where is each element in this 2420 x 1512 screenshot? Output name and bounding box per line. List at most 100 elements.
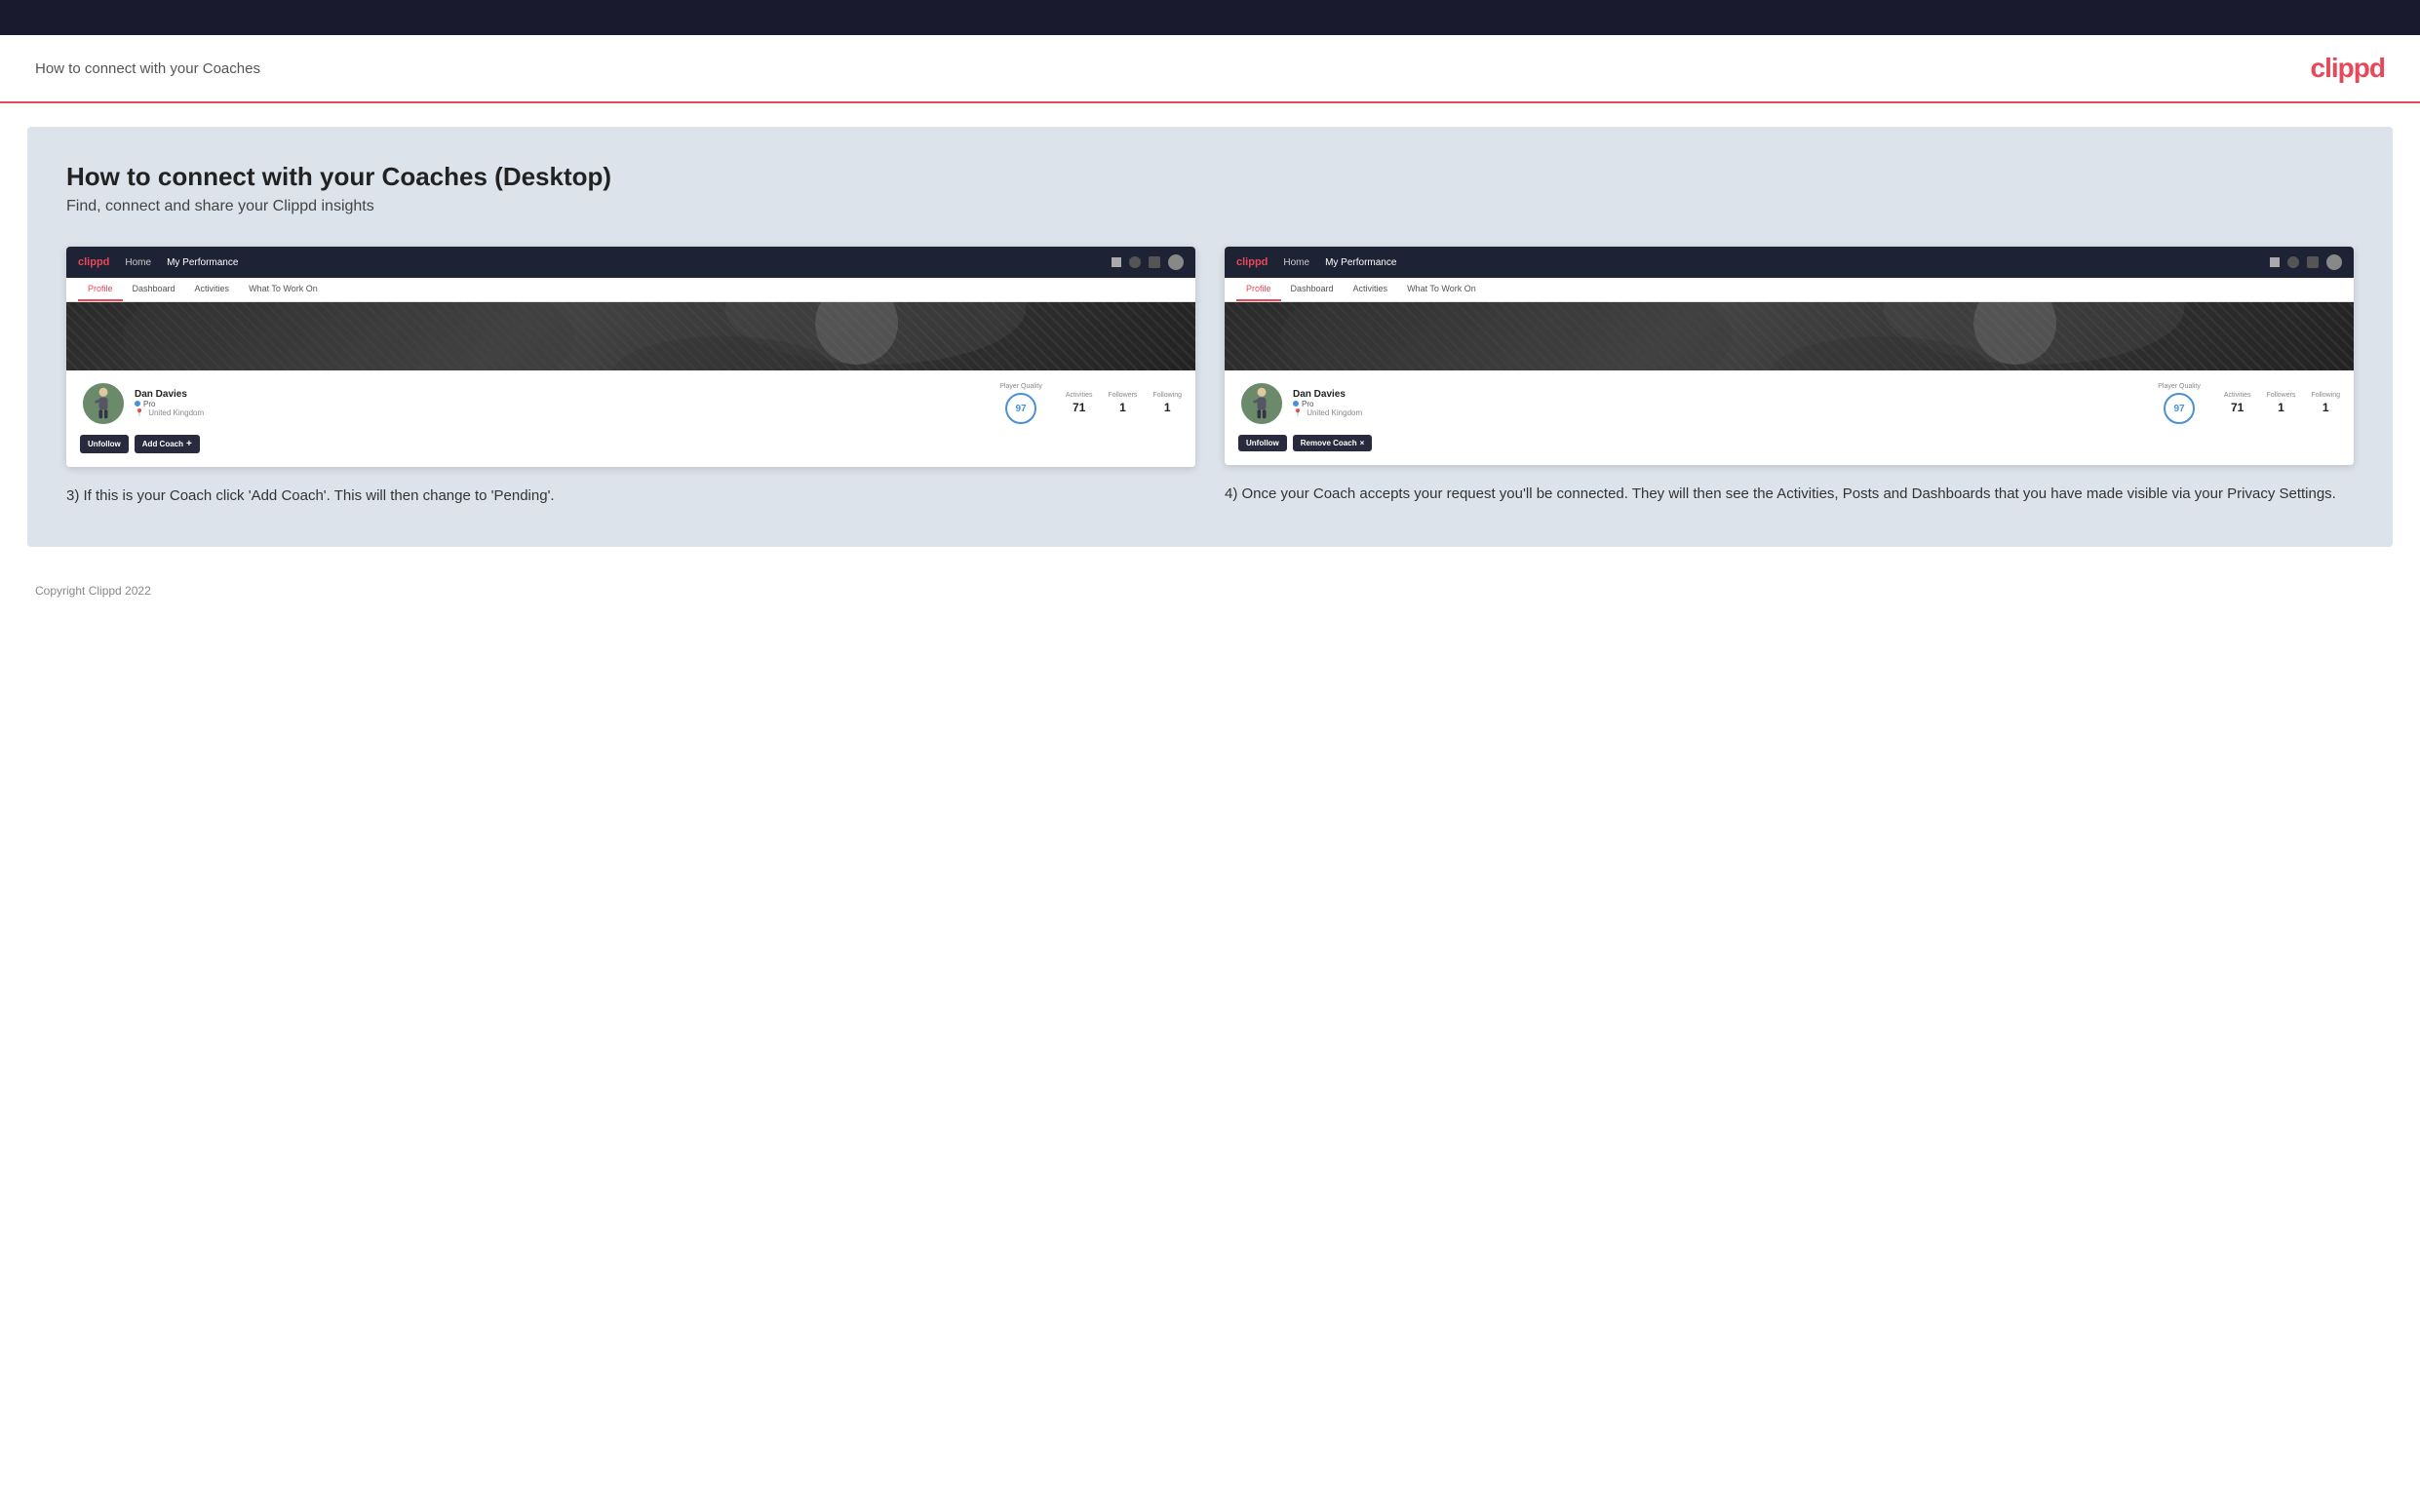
right-stats-row: Player Quality 97 Activities 71 Follower… [1362,383,2340,424]
left-hero-banner [66,302,1195,370]
right-player-role: Pro [1293,400,1362,408]
left-screenshot: clippd Home My Performance Profile Dashb… [66,247,1195,467]
left-mock-nav: clippd Home My Performance [66,247,1195,278]
right-nav-home[interactable]: Home [1283,257,1309,268]
right-tab-profile[interactable]: Profile [1236,278,1281,301]
right-stat-following: Following 1 [2311,392,2340,416]
left-player-location: 📍 United Kingdom [135,408,204,417]
right-nav-right [2270,254,2342,270]
main-content: How to connect with your Coaches (Deskto… [27,127,2393,547]
right-stat-followers-label: Followers [2266,392,2295,399]
right-remove-coach-button[interactable]: Remove Coach × [1293,435,1372,451]
left-search-icon[interactable] [1112,257,1121,267]
left-quality-label: Player Quality [999,383,1042,390]
left-player-name: Dan Davies [135,389,204,400]
left-player-quality: Player Quality 97 [999,383,1042,424]
right-player-avatar [1238,380,1285,427]
left-column: clippd Home My Performance Profile Dashb… [66,247,1195,508]
right-stat-activities: Activities 71 [2224,392,2251,416]
right-mock-nav: clippd Home My Performance [1225,247,2354,278]
left-unfollow-button[interactable]: Unfollow [80,435,129,453]
right-column: clippd Home My Performance Profile Dashb… [1225,247,2354,508]
left-profile-info: Dan Davies Pro 📍 United Kingdom [135,389,204,419]
left-mock-logo: clippd [78,256,109,268]
left-user-icon[interactable] [1129,256,1141,268]
right-mock-tabs: Profile Dashboard Activities What To Wor… [1225,278,2354,302]
copyright-text: Copyright Clippd 2022 [35,584,151,598]
top-bar [0,0,2420,35]
right-search-icon[interactable] [2270,257,2280,267]
header-title: How to connect with your Coaches [35,60,260,77]
left-stat-activities-value: 71 [1073,401,1085,414]
right-profile-main: Dan Davies Pro 📍 United Kingdom [1238,380,2340,427]
left-action-buttons: Unfollow Add Coach + [80,435,1182,453]
left-tab-profile[interactable]: Profile [78,278,123,301]
left-nav-performance[interactable]: My Performance [167,257,238,268]
left-stat-followers-value: 1 [1119,401,1126,414]
right-hero-banner [1225,302,2354,370]
left-add-coach-button[interactable]: Add Coach + [135,435,200,453]
left-hero-svg [66,302,1195,370]
right-mock-logo: clippd [1236,256,1268,268]
right-stat-following-label: Following [2311,392,2340,399]
right-avatar-golfer [1248,386,1275,421]
left-mock-tabs: Profile Dashboard Activities What To Wor… [66,278,1195,302]
left-quality-circle: 97 [1005,393,1036,424]
left-stat-followers: Followers 1 [1108,392,1137,416]
right-tab-activities[interactable]: Activities [1344,278,1398,301]
left-tab-dashboard[interactable]: Dashboard [123,278,185,301]
left-tab-what-to-work-on[interactable]: What To Work On [239,278,328,301]
right-remove-icon: × [1360,439,1365,447]
footer: Copyright Clippd 2022 [0,570,2420,611]
left-player-avatar [80,380,127,427]
left-stat-followers-label: Followers [1108,392,1137,399]
right-stat-following-value: 1 [2322,401,2329,414]
right-tab-what-to-work-on[interactable]: What To Work On [1397,278,1486,301]
left-player-role: Pro [135,400,204,408]
right-quality-label: Player Quality [2158,383,2201,390]
left-plus-icon: + [186,439,192,449]
left-stat-following-value: 1 [1164,401,1171,414]
right-stat-followers-value: 1 [2278,401,2284,414]
right-description: 4) Once your Coach accepts your request … [1225,483,2354,506]
right-hero-svg [1225,302,2354,370]
left-description: 3) If this is your Coach click 'Add Coac… [66,485,1195,508]
right-player-quality: Player Quality 97 [2158,383,2201,424]
left-stat-activities: Activities 71 [1066,392,1093,416]
right-action-buttons: Unfollow Remove Coach × [1238,435,2340,451]
columns: clippd Home My Performance Profile Dashb… [66,247,2354,508]
right-tab-dashboard[interactable]: Dashboard [1281,278,1344,301]
right-pin-icon: 📍 [1293,408,1303,417]
right-profile-section: Dan Davies Pro 📍 United Kingdom [1225,370,2354,465]
left-tab-activities[interactable]: Activities [185,278,240,301]
left-role-dot [135,401,140,407]
left-stat-following: Following 1 [1152,392,1182,416]
right-avatar-nav[interactable] [2326,254,2342,270]
right-profile-info: Dan Davies Pro 📍 United Kingdom [1293,389,1362,419]
right-player-location: 📍 United Kingdom [1293,408,1362,417]
right-role-dot [1293,401,1299,407]
right-unfollow-button[interactable]: Unfollow [1238,435,1287,451]
left-avatar-golfer [90,386,117,421]
left-nav-right [1112,254,1184,270]
left-profile-main: Dan Davies Pro 📍 United Kingdom [80,380,1182,427]
right-stat-activities-value: 71 [2231,401,2244,414]
left-nav-home[interactable]: Home [125,257,151,268]
clippd-logo: clippd [2311,53,2385,84]
left-settings-icon[interactable] [1149,256,1160,268]
main-subtitle: Find, connect and share your Clippd insi… [66,198,2354,215]
right-settings-icon[interactable] [2307,256,2319,268]
right-player-name: Dan Davies [1293,389,1362,400]
left-stat-following-label: Following [1152,392,1182,399]
header: How to connect with your Coaches clippd [0,35,2420,103]
main-title: How to connect with your Coaches (Deskto… [66,162,2354,192]
right-screenshot: clippd Home My Performance Profile Dashb… [1225,247,2354,465]
left-avatar-nav[interactable] [1168,254,1184,270]
right-stat-followers: Followers 1 [2266,392,2295,416]
right-stat-activities-label: Activities [2224,392,2251,399]
right-nav-performance[interactable]: My Performance [1325,257,1396,268]
left-pin-icon: 📍 [135,408,144,417]
right-user-icon[interactable] [2287,256,2299,268]
left-stats-row: Player Quality 97 Activities 71 Follower… [204,383,1182,424]
left-profile-section: Dan Davies Pro 📍 United Kingdom [66,370,1195,467]
